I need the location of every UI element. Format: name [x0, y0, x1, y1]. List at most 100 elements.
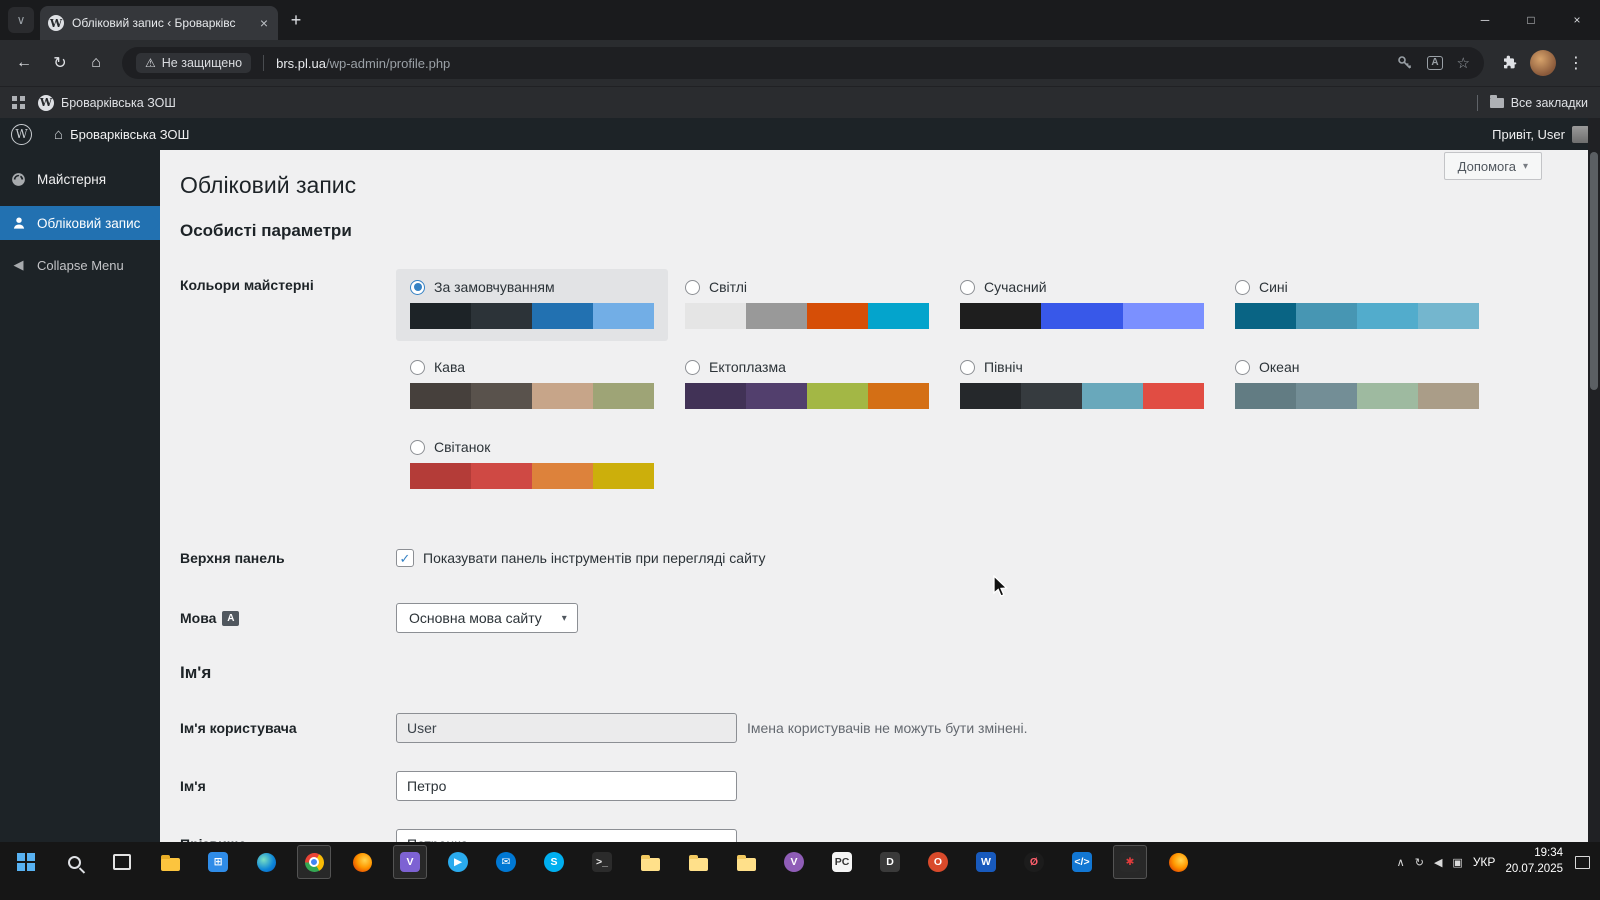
help-button[interactable]: Допомога ▾ — [1443, 152, 1542, 180]
file-explorer[interactable] — [146, 842, 194, 882]
security-chip[interactable]: ⚠ Не защищено — [136, 53, 252, 73]
radio-button[interactable] — [960, 359, 975, 375]
mail-app[interactable]: ✉ — [482, 842, 530, 882]
chrome-browser[interactable] — [290, 842, 338, 882]
mail-app-icon: ✉ — [496, 852, 516, 872]
color-scheme-option-8[interactable]: Світанок — [396, 429, 668, 501]
radio-button[interactable] — [410, 279, 425, 295]
terminal[interactable]: >_ — [578, 842, 626, 882]
djview[interactable]: D — [866, 842, 914, 882]
account-menu[interactable]: Привіт, User — [1481, 118, 1600, 150]
scrollbar[interactable] — [1588, 118, 1600, 842]
toolbar-checkbox-label: Показувати панель інструментів при перег… — [423, 550, 766, 566]
palette-segment — [593, 303, 654, 329]
window-maximize-button[interactable]: □ — [1508, 0, 1554, 40]
skype-icon: S — [544, 852, 564, 872]
notification-center-icon[interactable] — [1575, 855, 1590, 869]
opera-browser[interactable]: O — [914, 842, 962, 882]
wordpress-logo-icon: W — [11, 123, 32, 145]
search-button[interactable] — [50, 842, 98, 882]
new-tab-button[interactable]: + — [282, 6, 310, 34]
lastname-input[interactable]: Петренко — [396, 829, 737, 842]
color-scheme-option-2[interactable]: Сучасний — [946, 269, 1218, 341]
extensions-icon[interactable] — [1494, 47, 1526, 79]
opera-dark[interactable]: Ø — [1010, 842, 1058, 882]
bookmark-site[interactable]: W Броварківська ЗОШ — [38, 94, 176, 111]
sidebar-item-dashboard[interactable]: Майстерня — [0, 162, 160, 196]
folder-shortcut-1[interactable] — [626, 842, 674, 882]
sidebar-item-collapse[interactable]: ◀ Collapse Menu — [0, 248, 160, 282]
taskbar-clock[interactable]: 19:34 20.07.2025 — [1505, 846, 1563, 877]
sidebar-item-profile[interactable]: Обліковий запис — [0, 206, 160, 240]
radio-button[interactable] — [410, 439, 425, 455]
apps-grid-icon[interactable] — [12, 95, 26, 110]
color-scheme-option-7[interactable]: Океан — [1221, 349, 1493, 421]
scrollbar-thumb[interactable] — [1590, 152, 1598, 390]
viber-secondary[interactable]: V — [770, 842, 818, 882]
folder-shortcut-2[interactable] — [674, 842, 722, 882]
translate-icon[interactable]: A — [1427, 56, 1443, 70]
tab-close-icon[interactable]: × — [258, 15, 270, 31]
all-bookmarks-button[interactable]: Все закладки — [1489, 94, 1588, 110]
tray-update-icon[interactable]: ↻ — [1415, 856, 1424, 869]
word[interactable]: W — [962, 842, 1010, 882]
url-text: brs.pl.ua/wp-admin/profile.php — [276, 56, 450, 71]
tray-network-icon[interactable]: ▣ — [1452, 856, 1462, 869]
language-select[interactable]: Основна мова сайту ▾ — [396, 603, 578, 633]
bookmark-site-label: Броварківська ЗОШ — [61, 95, 176, 110]
telegram[interactable]: ▶ — [434, 842, 482, 882]
reload-button[interactable]: ↻ — [44, 47, 76, 79]
firstname-input[interactable]: Петро — [396, 771, 737, 801]
back-button[interactable]: ← — [8, 47, 40, 79]
tray-chevron-icon[interactable]: ∧ — [1397, 856, 1405, 869]
color-scheme-option-5[interactable]: Ектоплазма — [671, 349, 943, 421]
task-view-button[interactable] — [98, 842, 146, 882]
edge-browser[interactable] — [242, 842, 290, 882]
password-key-icon[interactable] — [1397, 55, 1413, 71]
browser-menu-icon[interactable]: ⋮ — [1560, 47, 1592, 79]
vscode[interactable]: </> — [1058, 842, 1106, 882]
color-scheme-option-3[interactable]: Сині — [1221, 269, 1493, 341]
color-scheme-option-1[interactable]: Світлі — [671, 269, 943, 341]
toolbar-checkbox[interactable]: ✓ — [396, 549, 414, 567]
radio-button[interactable] — [410, 359, 425, 375]
folder-shortcut-3[interactable] — [722, 842, 770, 882]
microsoft-store[interactable]: ⊞ — [194, 842, 242, 882]
start-button[interactable] — [2, 842, 50, 882]
window-close-button[interactable]: × — [1554, 0, 1600, 40]
tab-search-button[interactable]: ∨ — [8, 7, 34, 33]
graphics-app[interactable]: ✱ — [1106, 842, 1154, 882]
color-scheme-option-6[interactable]: Північ — [946, 349, 1218, 421]
sidebar-item-label: Майстерня — [37, 171, 107, 187]
wp-logo-menu[interactable]: W — [0, 118, 43, 150]
skype[interactable]: S — [530, 842, 578, 882]
page-viewport: W ⌂ Броварківська ЗОШ Привіт, User Майст… — [0, 118, 1600, 842]
color-scheme-option-0[interactable]: За замовчуванням — [396, 269, 668, 341]
radio-button[interactable] — [685, 359, 700, 375]
tray-volume-icon[interactable]: ◀ — [1434, 856, 1442, 869]
chevron-down-icon: ▾ — [561, 612, 567, 624]
browser-tab[interactable]: W Обліковий запис ‹ Броварківс × — [40, 6, 278, 40]
url-domain: brs.pl.ua — [276, 55, 326, 71]
browser-profile-avatar[interactable] — [1530, 50, 1556, 76]
address-bar[interactable]: ⚠ Не защищено brs.pl.ua/wp-admin/profile… — [122, 47, 1484, 79]
palette-segment — [868, 383, 929, 409]
bookmark-star-icon[interactable]: ☆ — [1457, 54, 1470, 72]
viber[interactable]: V — [386, 842, 434, 882]
radio-button[interactable] — [960, 279, 975, 295]
radio-button[interactable] — [1235, 279, 1250, 295]
radio-button[interactable] — [1235, 359, 1250, 375]
firefox-browser[interactable] — [338, 842, 386, 882]
firefox-secondary[interactable] — [1154, 842, 1202, 882]
toolbar-label: Верхня панель — [180, 550, 285, 566]
viber-secondary-icon: V — [784, 852, 804, 872]
home-button[interactable]: ⌂ — [80, 47, 112, 79]
picpick[interactable]: PC — [818, 842, 866, 882]
language-indicator[interactable]: УКР — [1473, 855, 1496, 869]
language-label: Мова — [180, 610, 217, 626]
djview-icon: D — [880, 852, 900, 872]
radio-button[interactable] — [685, 279, 700, 295]
window-minimize-button[interactable]: ─ — [1462, 0, 1508, 40]
color-scheme-option-4[interactable]: Кава — [396, 349, 668, 421]
site-name-menu[interactable]: ⌂ Броварківська ЗОШ — [43, 118, 200, 150]
